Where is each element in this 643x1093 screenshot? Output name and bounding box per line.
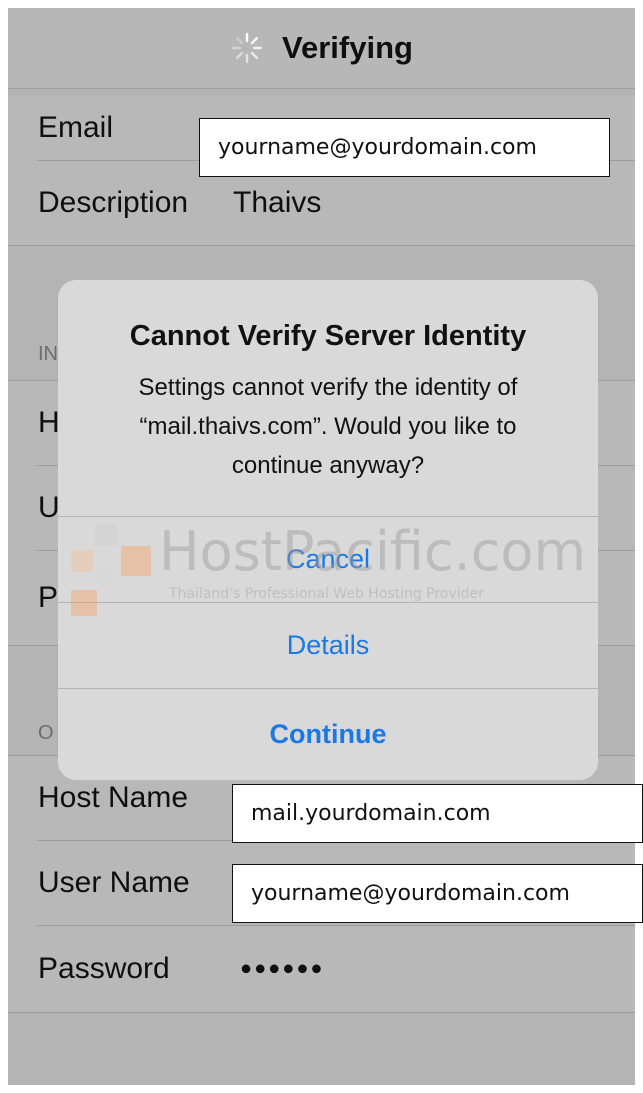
email-label: Email <box>38 111 114 144</box>
nav-title: Verifying <box>282 30 413 65</box>
watermark-brand: HostPacific.com <box>159 520 587 583</box>
host-name-field[interactable]: mail.yourdomain.com <box>232 784 643 843</box>
password-label: Password <box>38 952 170 985</box>
incoming-password-label: P <box>38 581 59 614</box>
host-name-label: Host Name <box>38 781 189 814</box>
incoming-section-header: IN <box>38 343 58 365</box>
alert-title: Cannot Verify Server Identity <box>129 320 527 352</box>
description-value: Thaivs <box>233 186 322 219</box>
incoming-user-label: U <box>38 491 60 524</box>
watermark-tagline: Thailand's Professional Web Hosting Prov… <box>169 586 484 602</box>
watermark-logo-square <box>71 550 93 572</box>
section-divider <box>8 245 635 246</box>
hostpacific-watermark: HostPacific.com Thailand's Professional … <box>63 516 635 626</box>
incoming-host-label: H <box>38 406 60 439</box>
section-divider <box>8 1012 635 1013</box>
navigation-bar: Verifying <box>8 8 635 89</box>
watermark-logo-square <box>95 566 115 586</box>
description-label: Description <box>38 186 189 219</box>
watermark-logo-square <box>71 590 97 616</box>
watermark-logo-square <box>121 546 151 576</box>
user-name-field[interactable]: yourname@yourdomain.com <box>232 864 643 923</box>
outgoing-section-header: O <box>38 722 54 744</box>
activity-spinner-icon <box>231 32 263 64</box>
alert-message: Settings cannot verify the identity of “… <box>138 374 518 479</box>
outgoing-password-row[interactable]: Password ●●●●●● <box>8 926 635 1012</box>
email-field[interactable]: yourname@yourdomain.com <box>199 118 610 177</box>
password-dots: ●●●●●● <box>240 957 325 980</box>
user-name-label: User Name <box>38 866 190 899</box>
continue-button[interactable]: Continue <box>58 688 598 780</box>
watermark-logo-square <box>95 524 117 546</box>
